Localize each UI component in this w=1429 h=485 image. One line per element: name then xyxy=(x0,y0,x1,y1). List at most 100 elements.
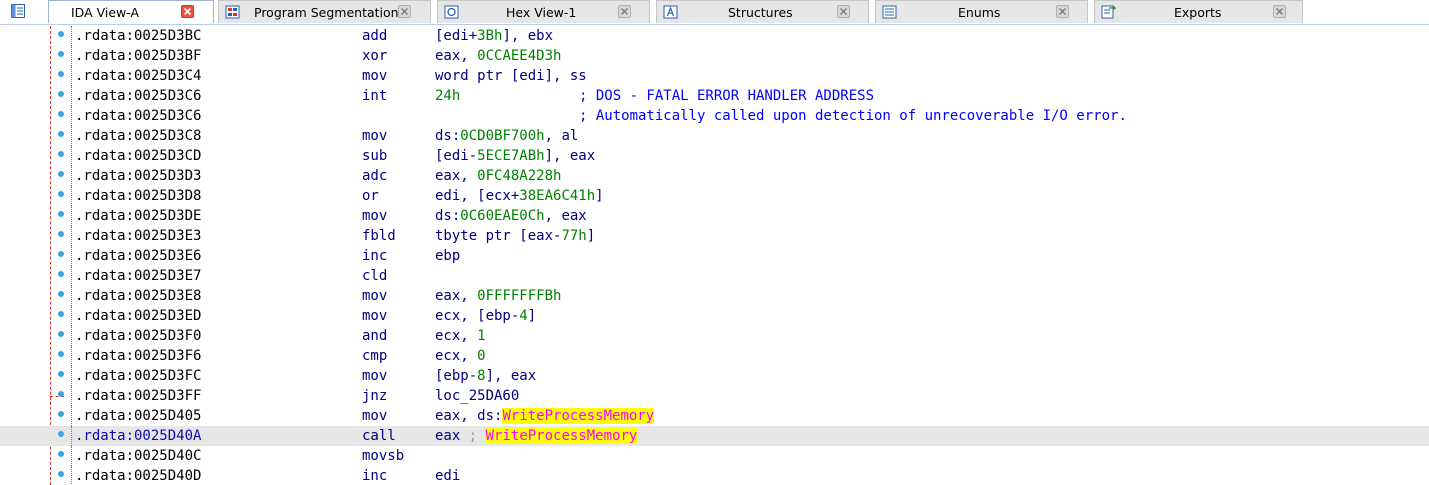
listing-row[interactable]: .rdata:0025D3D3 adc eax, 0FC48A228h xyxy=(0,166,1429,186)
operands[interactable]: ecx, 1 xyxy=(435,326,486,346)
listing-row[interactable]: .rdata:0025D3E8 mov eax, 0FFFFFFFBh xyxy=(0,286,1429,306)
mnemonic[interactable]: inc xyxy=(362,246,387,266)
breakpoint-dot-icon[interactable] xyxy=(58,471,64,477)
address[interactable]: .rdata:0025D3BF xyxy=(75,46,201,66)
mnemonic[interactable]: cld xyxy=(362,266,387,286)
breakpoint-dot-icon[interactable] xyxy=(58,171,64,177)
address[interactable]: .rdata:0025D3F6 xyxy=(75,346,201,366)
mnemonic[interactable]: and xyxy=(362,326,387,346)
breakpoint-dot-icon[interactable] xyxy=(58,211,64,217)
breakpoint-dot-icon[interactable] xyxy=(58,191,64,197)
mnemonic[interactable]: xor xyxy=(362,46,387,66)
operands[interactable]: loc_25DA60 xyxy=(435,386,519,406)
breakpoint-dot-icon[interactable] xyxy=(58,271,64,277)
close-icon[interactable] xyxy=(1273,5,1286,18)
breakpoint-dot-icon[interactable] xyxy=(58,51,64,57)
address[interactable]: .rdata:0025D3C4 xyxy=(75,66,201,86)
operands[interactable]: eax, 0CCAEE4D3h xyxy=(435,46,561,66)
mnemonic[interactable]: add xyxy=(362,26,387,46)
mnemonic[interactable]: inc xyxy=(362,466,387,485)
operands[interactable]: word ptr [edi], ss xyxy=(435,66,587,86)
operands[interactable]: eax, ds:WriteProcessMemory xyxy=(435,406,655,426)
address[interactable]: .rdata:0025D3FF xyxy=(75,386,201,406)
listing-row[interactable]: .rdata:0025D40D inc edi xyxy=(0,466,1429,485)
mnemonic[interactable]: mov xyxy=(362,206,387,226)
tab-ida-view-a[interactable]: IDA View-A xyxy=(48,0,214,23)
address[interactable]: .rdata:0025D3C6 xyxy=(75,86,201,106)
breakpoint-dot-icon[interactable] xyxy=(58,151,64,157)
operands[interactable]: edi xyxy=(435,466,460,485)
operands[interactable]: [ebp-8], eax xyxy=(435,366,536,386)
address[interactable]: .rdata:0025D40D xyxy=(75,466,201,485)
close-icon[interactable] xyxy=(398,5,411,18)
operands[interactable]: eax ; WriteProcessMemory xyxy=(435,426,638,446)
address[interactable]: .rdata:0025D3FC xyxy=(75,366,201,386)
mnemonic[interactable]: movsb xyxy=(362,446,404,466)
breakpoint-dot-icon[interactable] xyxy=(58,431,64,437)
operands[interactable]: tbyte ptr [eax-77h] xyxy=(435,226,595,246)
listing-row[interactable]: .rdata:0025D3C6 int 24h ; DOS - FATAL ERROR… xyxy=(0,86,1429,106)
close-icon[interactable] xyxy=(1056,5,1069,18)
tab-exports[interactable]: Exports xyxy=(1094,0,1303,23)
breakpoint-dot-icon[interactable] xyxy=(58,331,64,337)
listing-row[interactable]: .rdata:0025D3ED mov ecx, [ebp-4] xyxy=(0,306,1429,326)
address[interactable]: .rdata:0025D3F0 xyxy=(75,326,201,346)
breakpoint-dot-icon[interactable] xyxy=(58,71,64,77)
mnemonic[interactable]: mov xyxy=(362,126,387,146)
mnemonic[interactable]: jnz xyxy=(362,386,387,406)
mnemonic[interactable]: mov xyxy=(362,406,387,426)
tab-hex-view-1[interactable]: Hex View-1 xyxy=(437,0,650,23)
address[interactable]: .rdata:0025D40C xyxy=(75,446,201,466)
address[interactable]: .rdata:0025D3D3 xyxy=(75,166,201,186)
operands[interactable]: eax, 0FFFFFFFBh xyxy=(435,286,561,306)
listing-row[interactable]: .rdata:0025D40C movsb xyxy=(0,446,1429,466)
listing-row[interactable]: .rdata:0025D3E6 inc ebp xyxy=(0,246,1429,266)
mnemonic[interactable]: mov xyxy=(362,66,387,86)
listing-row[interactable]: .rdata:0025D3C6 ; Automatically called up… xyxy=(0,106,1429,126)
mnemonic[interactable]: adc xyxy=(362,166,387,186)
operands[interactable]: 24h xyxy=(435,86,460,106)
operands[interactable]: ebp xyxy=(435,246,460,266)
address[interactable]: .rdata:0025D3C6 xyxy=(75,106,201,126)
listing-row[interactable]: .rdata:0025D40A call eax ; WriteProcessMem… xyxy=(0,426,1429,446)
close-icon[interactable] xyxy=(181,5,194,18)
listing-row[interactable]: .rdata:0025D3DE mov ds:0C60EAE0Ch, eax xyxy=(0,206,1429,226)
listing-row[interactable]: .rdata:0025D3F0 and ecx, 1 xyxy=(0,326,1429,346)
mnemonic[interactable]: sub xyxy=(362,146,387,166)
mnemonic[interactable]: or xyxy=(362,186,379,206)
mnemonic[interactable]: mov xyxy=(362,306,387,326)
listing-row[interactable]: .rdata:0025D3E3 fbld tbyte ptr [eax-77h] xyxy=(0,226,1429,246)
breakpoint-dot-icon[interactable] xyxy=(58,411,64,417)
listing-row[interactable]: .rdata:0025D3E7 cld xyxy=(0,266,1429,286)
operands[interactable]: ds:0C60EAE0Ch, eax xyxy=(435,206,587,226)
mnemonic[interactable]: int xyxy=(362,86,387,106)
breakpoint-dot-icon[interactable] xyxy=(58,291,64,297)
breakpoint-dot-icon[interactable] xyxy=(58,91,64,97)
disassembly-window-icon[interactable] xyxy=(10,3,26,19)
address[interactable]: .rdata:0025D3DE xyxy=(75,206,201,226)
address[interactable]: .rdata:0025D3E6 xyxy=(75,246,201,266)
operands[interactable]: [edi-5ECE7ABh], eax xyxy=(435,146,595,166)
breakpoint-dot-icon[interactable] xyxy=(58,451,64,457)
listing-row[interactable]: .rdata:0025D3FF jnz loc_25DA60 xyxy=(0,386,1429,406)
breakpoint-dot-icon[interactable] xyxy=(58,131,64,137)
operands[interactable]: edi, [ecx+38EA6C41h] xyxy=(435,186,604,206)
operands[interactable]: eax, 0FC48A228h xyxy=(435,166,561,186)
operands[interactable]: ecx, 0 xyxy=(435,346,486,366)
listing-row[interactable]: .rdata:0025D405 mov eax, ds:WriteProcessMe… xyxy=(0,406,1429,426)
listing-row[interactable]: .rdata:0025D3C4 mov word ptr [edi], ss xyxy=(0,66,1429,86)
disassembly-listing[interactable]: .rdata:0025D3BC add [edi+3Bh], ebx .rdata:0… xyxy=(0,25,1429,485)
operands[interactable]: ds:0CD0BF700h, al xyxy=(435,126,578,146)
breakpoint-dot-icon[interactable] xyxy=(58,391,64,397)
mnemonic[interactable]: mov xyxy=(362,366,387,386)
operands[interactable]: [edi+3Bh], ebx xyxy=(435,26,553,46)
breakpoint-dot-icon[interactable] xyxy=(58,251,64,257)
listing-row[interactable]: .rdata:0025D3BC add [edi+3Bh], ebx xyxy=(0,26,1429,46)
address[interactable]: .rdata:0025D3E3 xyxy=(75,226,201,246)
breakpoint-dot-icon[interactable] xyxy=(58,371,64,377)
address[interactable]: .rdata:0025D3D8 xyxy=(75,186,201,206)
listing-row[interactable]: .rdata:0025D3CD sub [edi-5ECE7ABh], eax xyxy=(0,146,1429,166)
address[interactable]: .rdata:0025D3BC xyxy=(75,26,201,46)
close-icon[interactable] xyxy=(618,5,631,18)
address[interactable]: .rdata:0025D3E8 xyxy=(75,286,201,306)
